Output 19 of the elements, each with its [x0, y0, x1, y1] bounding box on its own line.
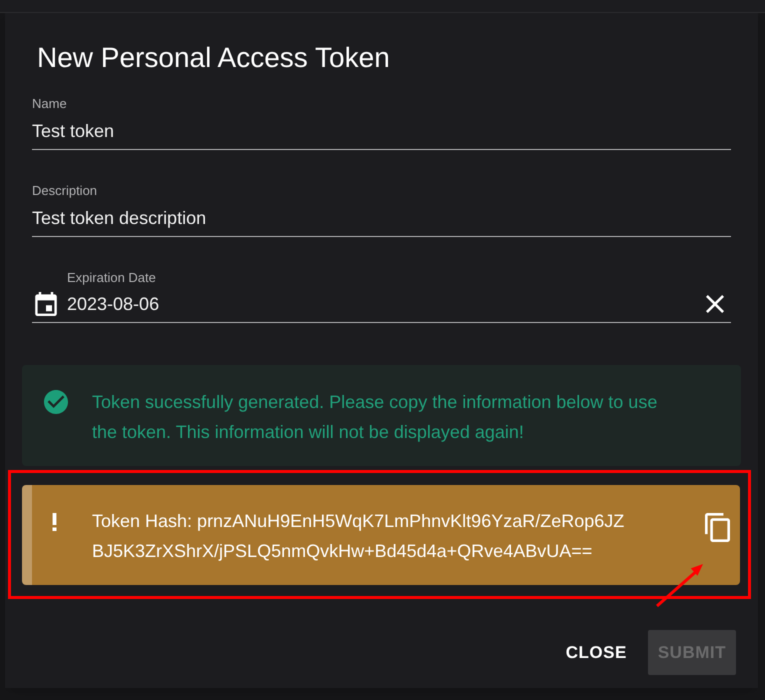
clear-button[interactable] [706, 295, 724, 313]
date-field[interactable]: Expiration Date 2023-08-06 [32, 270, 731, 323]
calendar-icon [35, 292, 57, 316]
alert-message: Token sucessfully generated. Please copy the information below to use the token. This information will not be displayed again! [92, 391, 658, 444]
text-button[interactable]: CLOSE [558, 630, 635, 675]
text-field[interactable]: Description Test token description [32, 183, 731, 237]
field-value: 2023-08-06 [67, 293, 160, 316]
token-hash-text: Token Hash: prnzANuH9EnH5WqK7LmPhnvKlt96YzaR/ZeRop6JZBJ5K3ZrXShrX/jPSLQ5nmQvkHw+Bd45d4a+QRve4ABvUA== [92, 510, 626, 563]
field-value: Test token [32, 120, 116, 143]
field-label: Description [32, 183, 98, 199]
copy-button[interactable] [705, 513, 730, 542]
close-icon [706, 295, 724, 313]
dialog-title: New Personal Access Token [37, 42, 391, 74]
exclamation-icon [52, 513, 57, 531]
copy-icon [705, 513, 730, 542]
field-label: Expiration Date [67, 270, 157, 286]
field-value: Test token description [32, 207, 208, 230]
field-label: Name [32, 96, 68, 112]
text-field[interactable]: Name Test token [32, 96, 731, 150]
